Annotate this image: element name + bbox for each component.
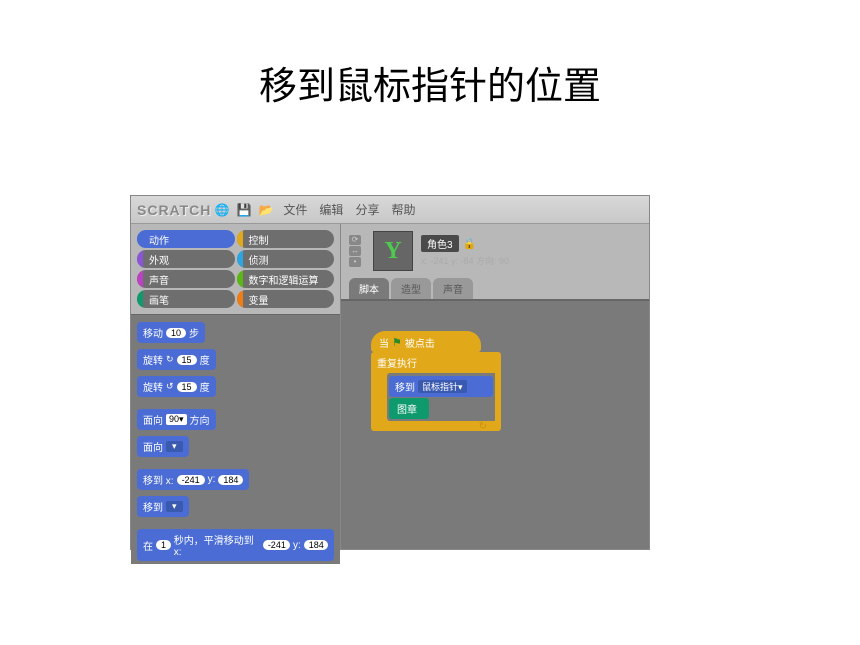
move-steps-input[interactable]: 10: [166, 328, 186, 338]
rotate-cw-icon: ↻: [166, 354, 174, 365]
tab-costumes[interactable]: 造型: [391, 278, 431, 299]
category-looks[interactable]: 外观: [137, 250, 235, 268]
category-pen[interactable]: 画笔: [137, 290, 235, 308]
loop-arrow-icon: ↻: [479, 421, 487, 432]
category-sound[interactable]: 声音: [137, 270, 235, 288]
tabs: 脚本 造型 声音: [341, 278, 649, 299]
category-variables[interactable]: 变量: [237, 290, 335, 308]
block-goto-xy[interactable]: 移到 x: -241 y: 184: [137, 469, 249, 490]
forever-body[interactable]: 移到 鼠标指针▾ 图章: [387, 373, 495, 421]
rotate-ccw-icon: ↺: [166, 381, 174, 392]
sprite-meta: 角色3 🔒 x: -241 y: -84 方向: 90: [421, 235, 509, 267]
sprite-coordinates: x: -241 y: -84 方向: 90: [421, 254, 509, 267]
green-flag-icon: ⚑: [392, 336, 402, 349]
language-icon[interactable]: 🌐: [214, 202, 230, 218]
titlebar: SCRATCH 🌐 💾 📂 文件 编辑 分享 帮助: [131, 196, 649, 224]
right-panel: ⟳ ↔ • Y 角色3 🔒 x: -241 y: -84 方向: 90 脚本 造…: [341, 224, 649, 549]
category-operators[interactable]: 数字和逻辑运算: [237, 270, 335, 288]
hat-when-flag-clicked[interactable]: 当 ⚑ 被点击: [371, 331, 481, 352]
block-turn-cw[interactable]: 旋转 ↻ 15 度: [137, 349, 216, 370]
page-title: 移到鼠标指针的位置: [0, 0, 860, 150]
goto-y-input[interactable]: 184: [218, 475, 243, 485]
turn-ccw-input[interactable]: 15: [177, 382, 197, 392]
save-icon[interactable]: 💾: [236, 202, 252, 218]
point-direction-dropdown[interactable]: 90▾: [166, 414, 187, 425]
sprite-thumbnail[interactable]: Y: [373, 231, 413, 271]
goto-dropdown[interactable]: ▾: [166, 501, 183, 512]
block-goto-mouse[interactable]: 移到 鼠标指针▾: [389, 376, 493, 397]
menu-help[interactable]: 帮助: [391, 201, 415, 218]
script-area[interactable]: 当 ⚑ 被点击 重复执行 移到 鼠标指针▾ 图章 ↻: [341, 299, 649, 549]
glide-secs-input[interactable]: 1: [156, 540, 171, 550]
point-towards-dropdown[interactable]: ▾: [166, 441, 183, 452]
menu-edit[interactable]: 编辑: [319, 201, 343, 218]
script-stack[interactable]: 当 ⚑ 被点击 重复执行 移到 鼠标指针▾ 图章 ↻: [371, 331, 501, 431]
category-control[interactable]: 控制: [237, 230, 335, 248]
rotation-style-controls[interactable]: ⟳ ↔ •: [349, 235, 361, 267]
menu-share[interactable]: 分享: [355, 201, 379, 218]
category-sensing[interactable]: 侦测: [237, 250, 335, 268]
main-area: 动作 控制 外观 侦测 声音 数字和逻辑运算 画笔 变量 移动 10 步 旋转 …: [131, 224, 649, 549]
block-forever[interactable]: 重复执行 移到 鼠标指针▾ 图章 ↻: [371, 352, 501, 431]
tab-sounds[interactable]: 声音: [433, 278, 473, 299]
block-point-towards[interactable]: 面向 ▾: [137, 436, 189, 457]
goto-x-input[interactable]: -241: [177, 475, 205, 485]
block-goto[interactable]: 移到 ▾: [137, 496, 189, 517]
block-glide[interactable]: 在 1 秒内，平滑移动到 x: -241 y: 184: [137, 529, 334, 561]
lock-icon[interactable]: 🔒: [463, 237, 477, 250]
rotate-full-icon[interactable]: ⟳: [349, 235, 361, 245]
left-panel: 动作 控制 外观 侦测 声音 数字和逻辑运算 画笔 变量 移动 10 步 旋转 …: [131, 224, 341, 549]
logo: SCRATCH: [137, 202, 211, 218]
sprite-name-field[interactable]: 角色3: [421, 235, 459, 252]
folder-icon[interactable]: 📂: [258, 202, 274, 218]
block-point-direction[interactable]: 面向 90▾ 方向: [137, 409, 216, 430]
tab-scripts[interactable]: 脚本: [349, 278, 389, 299]
block-palette: 移动 10 步 旋转 ↻ 15 度 旋转 ↺ 15 度: [131, 314, 340, 564]
glide-x-input[interactable]: -241: [263, 540, 290, 550]
sprite-info: ⟳ ↔ • Y 角色3 🔒 x: -241 y: -84 方向: 90: [341, 224, 649, 278]
turn-cw-input[interactable]: 15: [177, 355, 197, 365]
rotate-leftright-icon[interactable]: ↔: [349, 246, 361, 256]
glide-y-input[interactable]: 184: [304, 540, 328, 550]
menu-file[interactable]: 文件: [283, 201, 307, 218]
block-stamp[interactable]: 图章: [389, 398, 429, 419]
block-turn-ccw[interactable]: 旋转 ↺ 15 度: [137, 376, 216, 397]
goto-target-dropdown[interactable]: 鼠标指针▾: [418, 380, 467, 393]
category-motion[interactable]: 动作: [137, 230, 235, 248]
category-grid: 动作 控制 外观 侦测 声音 数字和逻辑运算 画笔 变量: [131, 224, 340, 314]
scratch-window: SCRATCH 🌐 💾 📂 文件 编辑 分享 帮助 动作 控制 外观 侦测 声音…: [130, 195, 650, 550]
rotate-none-icon[interactable]: •: [349, 257, 361, 267]
block-move-steps[interactable]: 移动 10 步: [137, 322, 205, 343]
